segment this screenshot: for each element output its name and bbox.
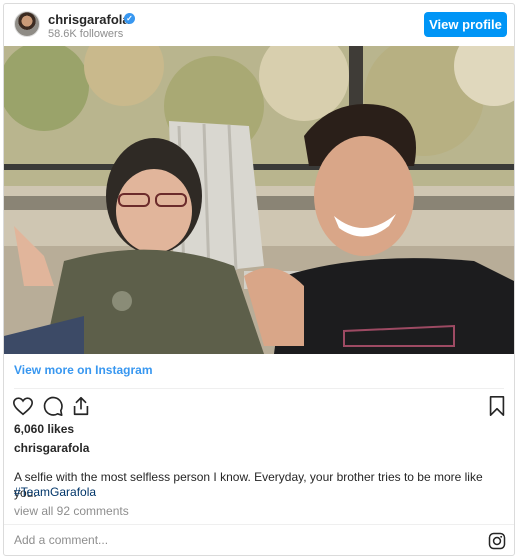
like-count[interactable]: 6,060 likes [14, 422, 74, 436]
view-comments-link[interactable]: view all 92 comments [14, 504, 129, 518]
post-photo-image [4, 46, 514, 354]
post-photo[interactable] [4, 46, 514, 354]
instagram-icon[interactable] [488, 532, 506, 550]
comment-icon[interactable] [42, 395, 64, 417]
post-header: chrisgarafola ✓ 58.6K followers View pro… [4, 4, 514, 46]
follower-count: 58.6K followers [48, 28, 124, 40]
avatar[interactable] [14, 11, 40, 37]
bookmark-icon[interactable] [486, 395, 508, 417]
view-profile-button[interactable]: View profile [424, 12, 507, 37]
divider [14, 388, 504, 389]
comment-input[interactable]: Add a comment... [14, 533, 108, 547]
share-icon[interactable] [70, 395, 92, 417]
post-author-link[interactable]: chrisgarafola [14, 441, 89, 455]
comment-bar: Add a comment... [4, 524, 514, 555]
heart-icon[interactable] [12, 395, 34, 417]
hashtag-link[interactable]: #TeamGarafola [14, 485, 96, 499]
username-link[interactable]: chrisgarafola [48, 12, 130, 27]
verified-badge-icon: ✓ [124, 13, 135, 24]
view-more-on-instagram-link[interactable]: View more on Instagram [14, 363, 153, 377]
instagram-embed-card: chrisgarafola ✓ 58.6K followers View pro… [3, 3, 515, 556]
